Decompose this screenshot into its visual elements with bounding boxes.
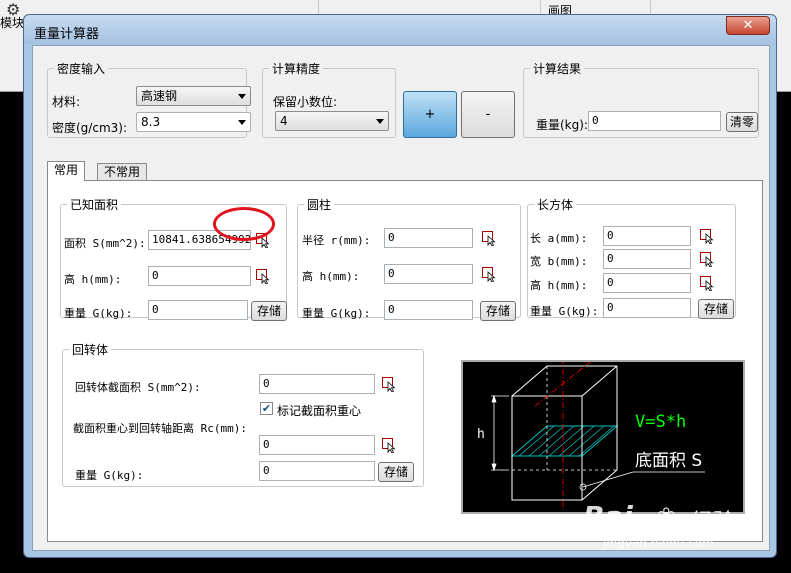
area-weight-label: 重量 G(kg): [64,307,133,320]
material-label: 材料: [52,95,81,109]
result-weight-label: 重量(kg): [536,118,588,132]
revolution-weight-label: 重量 G(kg): [75,469,144,482]
decimals-value: 4 [280,114,288,128]
watermark-url: jingyan.baidu.com [603,536,714,550]
distance-label: 截面积重心到回转轴距离 Rc(mm): [73,422,247,435]
precision-legend: 计算精度 [272,62,321,76]
chevron-down-icon [238,120,246,125]
result-weight-field[interactable]: 0 [588,111,721,131]
window-title: 重量计算器 [34,27,100,42]
chevron-down-icon [376,119,384,124]
diagram-h-label: h [477,427,485,442]
area-height-field[interactable]: 0 [148,266,251,286]
diagram-base-label: 底面积 S [635,451,702,471]
cuboid-weight-field[interactable]: 0 [603,298,691,318]
result-legend: 计算结果 [533,62,582,76]
revolution-legend: 回转体 [72,343,109,357]
density-legend: 密度输入 [57,62,106,76]
pick-icon[interactable] [255,268,271,284]
chevron-down-icon [238,94,246,99]
material-select[interactable]: 高速钢 [136,86,251,106]
decimals-label: 保留小数位: [273,95,338,109]
cuboid-height-label: 高 h(mm): [530,279,588,292]
mark-centroid-label: 标记截面积重心 [277,404,362,418]
pick-icon[interactable] [699,275,715,291]
title-bar[interactable]: 重量计算器 ✕ [24,15,776,44]
cylinder-height-field[interactable]: 0 [384,264,473,284]
length-label: 长 a(mm): [530,232,588,245]
close-button[interactable]: ✕ [726,16,770,35]
density-value: 8.3 [141,115,161,129]
section-area-field[interactable]: 0 [259,374,375,394]
width-label: 宽 b(mm): [530,255,588,268]
tab-common[interactable]: 常用 [47,161,86,181]
cuboid-weight-label: 重量 G(kg): [530,305,599,318]
cuboid-diagram: h V=S*h 底面积 S [477,357,705,512]
pick-icon[interactable] [481,230,497,246]
distance-field[interactable]: 0 [259,435,375,455]
weight-calculator-window: 重量计算器 ✕ 密度输入 材料: 高速钢 密度(g/cm3): 8.3 计算精度… [23,14,777,558]
density-select[interactable]: 8.3 [136,112,251,132]
cuboid-legend: 长方体 [537,198,574,212]
decimals-select[interactable]: 4 [275,111,389,131]
diagram-formula: V=S*h [635,412,686,432]
width-field[interactable]: 0 [603,249,691,269]
pick-icon[interactable] [381,376,397,392]
pick-icon[interactable] [699,251,715,267]
add-button[interactable]: + [403,91,457,138]
mark-centroid-checkbox[interactable]: ✔ [260,402,273,415]
store-button[interactable]: 存储 [251,301,287,321]
store-button[interactable]: 存储 [480,301,516,321]
pick-icon[interactable] [381,437,397,453]
radius-field[interactable]: 0 [384,228,473,248]
dialog-client: 密度输入 材料: 高速钢 密度(g/cm3): 8.3 计算精度 保留小数位: … [32,45,770,551]
store-button[interactable]: 存储 [378,462,414,482]
area-weight-field[interactable]: 0 [148,300,248,320]
density-label: 密度(g/cm3): [52,121,127,135]
highlight-annotation [213,207,275,241]
cylinder-height-label: 高 h(mm): [302,270,360,283]
store-button[interactable]: 存储 [698,299,734,319]
paw-icon: ❀ [657,504,676,529]
pick-icon[interactable] [699,228,715,244]
watermark-brand-2: 经验 [691,510,736,535]
cylinder-weight-label: 重量 G(kg): [302,307,371,320]
section-area-label: 回转体截面积 S(mm^2): [75,381,201,394]
pick-icon[interactable] [481,266,497,282]
formula-diagram: h V=S*h 底面积 S [461,357,745,514]
cylinder-legend: 圆柱 [307,198,332,212]
clear-button[interactable]: 清零 [726,112,758,132]
known-area-legend: 已知面积 [70,198,119,212]
length-field[interactable]: 0 [603,226,691,246]
area-height-label: 高 h(mm): [64,273,122,286]
watermark-brand: Bai [583,500,633,533]
subtract-button[interactable]: - [461,91,515,138]
cylinder-weight-field[interactable]: 0 [384,300,473,320]
radius-label: 半径 r(mm): [302,234,371,247]
material-value: 高速钢 [141,89,178,103]
tab-uncommon[interactable]: 不常用 [97,163,148,181]
cuboid-height-field[interactable]: 0 [603,273,691,293]
area-label: 面积 S(mm^2): [64,237,146,250]
watermark: Bai ❀ 经验 jingyan.baidu.com [583,500,783,570]
revolution-weight-field[interactable]: 0 [259,461,375,481]
